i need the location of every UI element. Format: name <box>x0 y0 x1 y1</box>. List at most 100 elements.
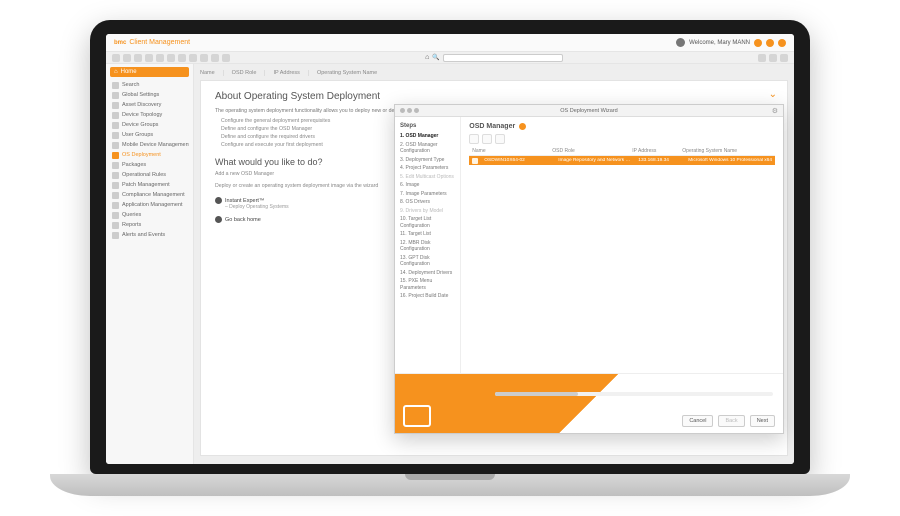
sidebar-item[interactable]: Alerts and Events <box>110 230 189 240</box>
col-name[interactable]: Name <box>469 148 549 154</box>
toolbar-button[interactable] <box>156 54 164 62</box>
sidebar-item[interactable]: Compliance Management <box>110 190 189 200</box>
wizard-dialog: OS Deployment Wizard ⚙ Steps 1. OSD Mana… <box>394 104 784 434</box>
next-button[interactable]: Next <box>750 415 775 427</box>
table-header: Name OSD Role IP Address Operating Syste… <box>469 147 775 156</box>
toolbar-button[interactable] <box>769 54 777 62</box>
sidebar-item[interactable]: Device Groups <box>110 120 189 130</box>
back-button[interactable]: Back <box>718 415 744 427</box>
chevron-down-icon[interactable]: ⌄ <box>769 89 777 100</box>
sidebar-item[interactable]: Device Topology <box>110 110 189 120</box>
sidebar-item[interactable]: Operational Rules <box>110 170 189 180</box>
wizard-steps: Steps 1. OSD Manager2. OSD Manager Confi… <box>395 117 461 373</box>
cancel-button[interactable]: Cancel <box>682 415 713 427</box>
sidebar-item[interactable]: Patch Management <box>110 180 189 190</box>
wizard-logo-icon <box>403 405 431 427</box>
status-dot-icon <box>519 123 526 130</box>
toolbar-button[interactable] <box>211 54 219 62</box>
table-row[interactable]: OSDWIN10X64-02 Image Repository and Netw… <box>469 156 775 165</box>
crumb[interactable]: IP Address <box>273 70 309 76</box>
wizard-step[interactable]: 7. Image Parameters <box>400 190 455 199</box>
sidebar-item[interactable]: Global Settings <box>110 90 189 100</box>
edit-icon[interactable] <box>482 134 492 144</box>
crumb[interactable]: Operating System Name <box>317 70 385 76</box>
settings-icon[interactable] <box>766 39 774 47</box>
wizard-step[interactable]: 1. OSD Manager <box>400 132 455 141</box>
toolbar-button[interactable] <box>222 54 230 62</box>
refresh-icon[interactable] <box>469 134 479 144</box>
min-dot[interactable] <box>407 108 412 113</box>
sidebar-item[interactable]: User Groups <box>110 130 189 140</box>
search-icon[interactable]: 🔍 <box>432 54 439 61</box>
wizard-step[interactable]: 2. OSD Manager Configuration <box>400 141 455 156</box>
sidebar-item-label: Queries <box>122 212 141 218</box>
sidebar-item-label: Alerts and Events <box>122 232 165 238</box>
search-input[interactable] <box>443 54 563 62</box>
wizard-step[interactable]: 3. Deployment Type <box>400 156 455 165</box>
crumb[interactable]: Name <box>200 70 224 76</box>
toolbar-button[interactable] <box>780 54 788 62</box>
grid-icon[interactable] <box>495 134 505 144</box>
scrollbar[interactable] <box>495 392 773 396</box>
sidebar-item[interactable]: Mobile Device Management <box>110 140 189 150</box>
sidebar-item[interactable]: Packages <box>110 160 189 170</box>
sidebar-item-label: Asset Discovery <box>122 102 161 108</box>
sidebar-item-label: Packages <box>122 162 146 168</box>
notification-icon[interactable] <box>754 39 762 47</box>
app-body: ⌂ Home Search Global Settings Asset Discov… <box>106 64 794 464</box>
sidebar-icon <box>112 142 119 149</box>
wizard-step[interactable]: 4. Project Parameters <box>400 164 455 173</box>
wizard-step[interactable]: 15. PXE Menu Parameters <box>400 277 455 292</box>
toolbar-button[interactable] <box>200 54 208 62</box>
sidebar-item[interactable]: Application Management <box>110 200 189 210</box>
sidebar-icon <box>112 122 119 129</box>
gear-icon[interactable]: ⚙ <box>772 107 778 115</box>
max-dot[interactable] <box>414 108 419 113</box>
avatar[interactable] <box>676 38 685 47</box>
sidebar-item[interactable]: Reports <box>110 220 189 230</box>
sidebar-icon <box>112 172 119 179</box>
expert-label-text: Instant Expert™ <box>225 198 264 204</box>
wizard-step[interactable]: 10. Target List Configuration <box>400 215 455 230</box>
wizard-step[interactable]: 11. Target List <box>400 230 455 239</box>
sidebar-item[interactable]: Queries <box>110 210 189 220</box>
wizard-step[interactable]: 16. Project Build Date <box>400 292 455 301</box>
wizard-step[interactable]: 12. MBR Disk Configuration <box>400 239 455 254</box>
toolbar-button[interactable] <box>123 54 131 62</box>
sidebar-item[interactable]: Asset Discovery <box>110 100 189 110</box>
col-os[interactable]: Operating System Name <box>679 148 775 154</box>
sidebar-icon <box>112 192 119 199</box>
col-role[interactable]: OSD Role <box>549 148 629 154</box>
wizard-step[interactable]: 6. Image <box>400 181 455 190</box>
sidebar-item[interactable]: Search <box>110 80 189 90</box>
toolbar-button[interactable] <box>189 54 197 62</box>
home-icon[interactable]: ⌂ <box>425 54 429 61</box>
toolbar-button[interactable] <box>167 54 175 62</box>
sidebar-item-label: Global Settings <box>122 92 159 98</box>
cell-role: Image Repository and Network Boot Listen… <box>555 158 635 163</box>
toolbar-button[interactable] <box>758 54 766 62</box>
toolbar-button[interactable] <box>112 54 120 62</box>
toolbar-button[interactable] <box>145 54 153 62</box>
sidebar-icon <box>112 182 119 189</box>
close-dot[interactable] <box>400 108 405 113</box>
sidebar-item-label: Reports <box>122 222 141 228</box>
sidebar: ⌂ Home Search Global Settings Asset Discov… <box>106 64 194 464</box>
sidebar-home[interactable]: ⌂ Home <box>110 67 189 77</box>
wizard-step[interactable]: 8. OS Drivers <box>400 198 455 207</box>
wizard-table: Name OSD Role IP Address Operating Syste… <box>469 147 775 165</box>
sidebar-item[interactable]: OS Deployment <box>110 150 189 160</box>
brand-text: Client Management <box>129 39 190 46</box>
toolbar-button[interactable] <box>178 54 186 62</box>
sidebar-home-label: Home <box>121 69 137 75</box>
col-ip[interactable]: IP Address <box>629 148 679 154</box>
home-icon: ⌂ <box>114 69 118 75</box>
search-area: ⌂ 🔍 <box>233 54 755 62</box>
wizard-step: 9. Drivers by Model <box>400 207 455 216</box>
crumb[interactable]: OSD Role <box>232 70 266 76</box>
wizard-step[interactable]: 13. GPT Disk Configuration <box>400 254 455 269</box>
help-icon[interactable] <box>778 39 786 47</box>
toolbar-button[interactable] <box>134 54 142 62</box>
laptop-base <box>50 474 850 496</box>
wizard-step[interactable]: 14. Deployment Drivers <box>400 269 455 278</box>
